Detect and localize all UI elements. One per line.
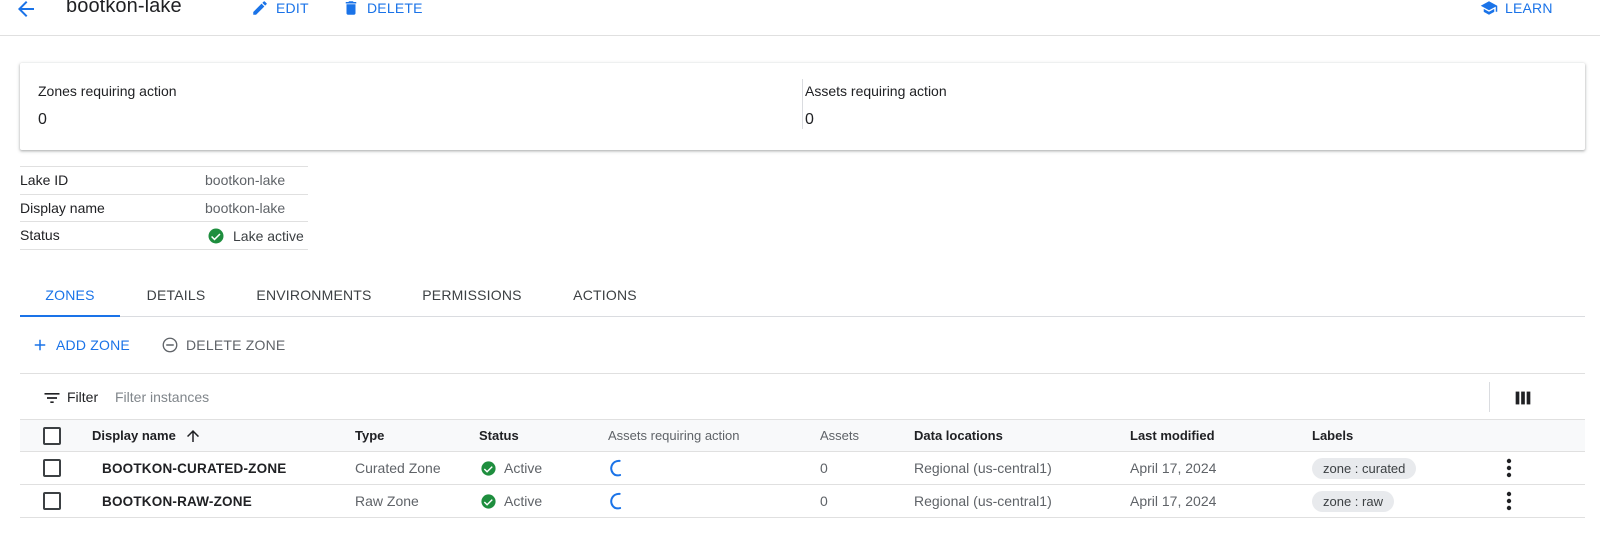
select-all-checkbox[interactable] bbox=[43, 426, 61, 445]
label-chip: zone : raw bbox=[1312, 490, 1394, 512]
status-key: Status bbox=[20, 227, 60, 243]
row-select-cell bbox=[43, 485, 61, 517]
header-assets-requiring-action: Assets requiring action bbox=[608, 428, 740, 443]
zone-type: Raw Zone bbox=[355, 493, 419, 509]
tab-zones[interactable]: ZONES bbox=[20, 275, 120, 317]
learn-button[interactable]: LEARN bbox=[1480, 0, 1553, 18]
add-zone-button[interactable]: ADD ZONE bbox=[31, 335, 130, 355]
info-row-status: Status Lake active bbox=[20, 222, 308, 250]
table-row: BOOTKON-CURATED-ZONE Curated Zone Active… bbox=[20, 452, 1585, 485]
zones-requiring-action-label: Zones requiring action bbox=[38, 83, 177, 99]
filter-divider bbox=[1489, 382, 1490, 412]
zone-status: Active bbox=[480, 452, 542, 484]
remove-circle-icon bbox=[162, 337, 178, 353]
zone-type: Curated Zone bbox=[355, 460, 441, 476]
back-arrow-icon[interactable] bbox=[14, 0, 38, 21]
row-checkbox[interactable] bbox=[43, 492, 61, 510]
add-zone-label: ADD ZONE bbox=[56, 337, 130, 353]
row-actions-cell bbox=[1497, 452, 1521, 484]
info-row-lake-id: Lake ID bootkon-lake bbox=[20, 167, 308, 195]
zone-labels-cell: zone : raw bbox=[1312, 485, 1394, 517]
display-name-value: bootkon-lake bbox=[205, 199, 286, 216]
loading-spinner-icon bbox=[608, 485, 628, 517]
zones-requiring-action: Zones requiring action 0 bbox=[20, 63, 802, 150]
zone-status: Active bbox=[480, 485, 542, 517]
column-display-options-icon[interactable] bbox=[1512, 387, 1534, 409]
header-type[interactable]: Type bbox=[355, 420, 384, 451]
check-circle-icon bbox=[481, 493, 496, 509]
filter-input[interactable] bbox=[115, 386, 515, 408]
filter-label: Filter bbox=[67, 389, 99, 405]
table-row: BOOTKON-RAW-ZONE Raw Zone Active 0 Regio… bbox=[20, 485, 1585, 518]
edit-button[interactable]: EDIT bbox=[251, 0, 309, 18]
page-title: bootkon-lake bbox=[66, 0, 182, 17]
delete-button[interactable]: DELETE bbox=[342, 0, 423, 18]
row-select-cell bbox=[43, 452, 61, 484]
tab-bar: ZONES DETAILS ENVIRONMENTS PERMISSIONS A… bbox=[20, 275, 1585, 317]
zones-table: Display name Type Status Assets requirin… bbox=[20, 420, 1585, 518]
zone-name-link[interactable]: BOOTKON-RAW-ZONE bbox=[102, 485, 252, 517]
summary-card: Zones requiring action 0 Assets requirin… bbox=[20, 63, 1585, 150]
edit-label: EDIT bbox=[276, 0, 309, 16]
plus-icon bbox=[34, 339, 46, 351]
status-text: Lake active bbox=[233, 228, 304, 244]
select-all-cell bbox=[43, 420, 61, 451]
header-labels[interactable]: Labels bbox=[1312, 420, 1353, 451]
row-actions-cell bbox=[1497, 485, 1521, 517]
header-assets: Assets bbox=[820, 428, 860, 443]
assets-requiring-action: Assets requiring action 0 bbox=[803, 63, 1585, 150]
filter-bar: Filter bbox=[20, 373, 1585, 420]
header-last-modified[interactable]: Last modified bbox=[1130, 420, 1215, 451]
check-circle-icon bbox=[208, 228, 224, 244]
row-checkbox[interactable] bbox=[43, 459, 61, 477]
lake-id-value: bootkon-lake bbox=[205, 172, 286, 188]
info-row-display-name: Display name bootkon-lake bbox=[20, 195, 308, 222]
zone-assets-count: 0 bbox=[820, 493, 828, 509]
zone-labels-cell: zone : curated bbox=[1312, 452, 1417, 484]
delete-zone-label: DELETE ZONE bbox=[186, 337, 286, 353]
lake-info-table: Lake ID bootkon-lake Display name bootko… bbox=[20, 166, 308, 250]
header-display-name[interactable]: Display name bbox=[92, 420, 202, 451]
delete-zone-button[interactable]: DELETE ZONE bbox=[161, 335, 285, 355]
zones-requiring-action-value: 0 bbox=[38, 111, 47, 128]
filter-icon bbox=[42, 388, 62, 408]
trash-icon bbox=[345, 1, 357, 15]
status-value: Lake active bbox=[207, 227, 304, 245]
assets-requiring-action-value: 0 bbox=[805, 111, 814, 128]
loading-spinner-icon bbox=[608, 452, 628, 484]
lake-id-key: Lake ID bbox=[20, 172, 69, 188]
graduation-cap-icon bbox=[1480, 1, 1498, 15]
label-chip: zone : curated bbox=[1312, 457, 1417, 479]
more-vert-icon[interactable] bbox=[1497, 489, 1521, 513]
header-status[interactable]: Status bbox=[479, 420, 519, 451]
header-data-locations[interactable]: Data locations bbox=[914, 420, 1003, 451]
zone-data-location: Regional (us-central1) bbox=[914, 460, 1052, 476]
more-vert-icon[interactable] bbox=[1497, 456, 1521, 480]
sort-ascending-icon bbox=[186, 429, 199, 442]
pencil-icon bbox=[253, 1, 267, 15]
zone-name-link[interactable]: BOOTKON-CURATED-ZONE bbox=[102, 452, 286, 484]
table-header: Display name Type Status Assets requirin… bbox=[20, 420, 1585, 452]
tab-details[interactable]: DETAILS bbox=[120, 275, 232, 317]
header-display-name-label: Display name bbox=[92, 428, 176, 443]
tab-environments[interactable]: ENVIRONMENTS bbox=[232, 275, 396, 317]
delete-label: DELETE bbox=[367, 0, 423, 16]
zone-data-location: Regional (us-central1) bbox=[914, 493, 1052, 509]
check-circle-icon bbox=[481, 460, 496, 476]
assets-requiring-action-label: Assets requiring action bbox=[805, 83, 947, 99]
learn-label: LEARN bbox=[1505, 0, 1553, 16]
zone-last-modified: April 17, 2024 bbox=[1130, 460, 1217, 476]
tab-actions[interactable]: ACTIONS bbox=[548, 275, 662, 317]
tab-permissions[interactable]: PERMISSIONS bbox=[396, 275, 548, 317]
zone-assets-count: 0 bbox=[820, 460, 828, 476]
page-header: bootkon-lake EDIT DELETE LEARN bbox=[0, 0, 1600, 36]
zone-status-text: Active bbox=[504, 460, 543, 476]
zone-status-text: Active bbox=[504, 493, 543, 509]
zone-last-modified: April 17, 2024 bbox=[1130, 493, 1217, 509]
display-name-key: Display name bbox=[20, 199, 105, 216]
